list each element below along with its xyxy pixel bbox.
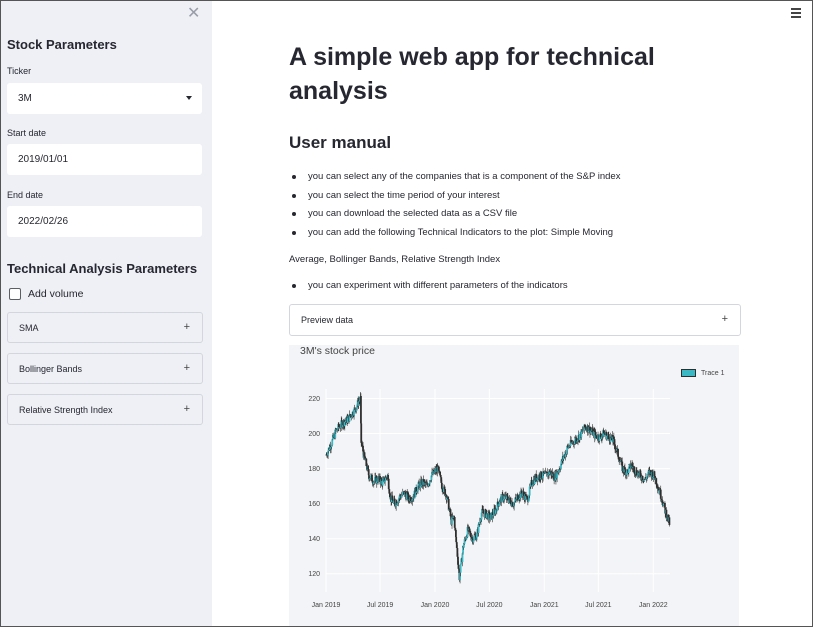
x-tick-label: Jul 2020 xyxy=(476,602,503,609)
start-date-value: 2019/01/01 xyxy=(18,154,69,165)
page-title: A simple web app for technical analysis xyxy=(289,43,655,105)
candle-body xyxy=(384,480,387,483)
technical-analysis-heading: Technical Analysis Parameters xyxy=(7,261,198,276)
candle-body xyxy=(468,526,470,529)
candle-body xyxy=(614,444,616,450)
ticker-select[interactable]: 3M xyxy=(7,83,202,114)
stock-parameters-heading: Stock Parameters xyxy=(7,37,117,52)
y-tick-label: 200 xyxy=(308,431,320,438)
preview-data-expander[interactable]: Preview data + xyxy=(289,304,741,336)
start-date-label: Start date xyxy=(7,128,47,138)
manual-list: you can select any of the companies that… xyxy=(289,171,620,245)
ticker-label: Ticker xyxy=(7,66,32,76)
expand-plus-icon[interactable]: + xyxy=(184,403,190,415)
sma-expander-label: SMA xyxy=(19,322,39,333)
candle-body xyxy=(540,471,543,479)
add-volume-label: Add volume xyxy=(28,288,84,300)
close-sidebar-icon[interactable]: ✕ xyxy=(187,6,200,22)
expand-plus-icon[interactable]: + xyxy=(722,313,728,325)
y-tick-label: 220 xyxy=(308,396,320,403)
y-tick-label: 140 xyxy=(308,536,320,543)
x-tick-label: Jul 2019 xyxy=(367,602,394,609)
checkbox-icon[interactable] xyxy=(9,288,21,300)
start-date-input[interactable]: 2019/01/01 xyxy=(7,144,202,175)
preview-data-label: Preview data xyxy=(301,315,354,325)
list-item: you can add the following Technical Indi… xyxy=(289,227,620,246)
candle-body xyxy=(367,469,370,476)
bollinger-bands-expander[interactable]: Bollinger Bands + xyxy=(7,353,203,384)
candle-body xyxy=(381,480,384,486)
x-tick-label: Jul 2021 xyxy=(585,602,612,609)
list-item: you can select the time period of your i… xyxy=(289,190,620,209)
manual-list-2: you can experiment with different parame… xyxy=(289,280,568,299)
x-tick-label: Jan 2020 xyxy=(421,602,450,609)
candle-body xyxy=(477,523,480,533)
candle-body xyxy=(360,423,363,443)
stock-price-chart[interactable]: 3M's stock price Trace 1 120 140 160 180 200… xyxy=(289,345,739,627)
expand-plus-icon[interactable]: + xyxy=(184,362,190,374)
list-item: you can select any of the companies that… xyxy=(289,171,620,190)
bollinger-expander-label: Bollinger Bands xyxy=(19,363,83,374)
ticker-value: 3M xyxy=(18,93,32,104)
expand-plus-icon[interactable]: + xyxy=(184,321,190,333)
candle-body xyxy=(360,395,362,424)
hamburger-menu-icon[interactable] xyxy=(791,8,801,20)
sma-expander[interactable]: SMA + xyxy=(7,312,203,343)
list-item: you can download the selected data as a … xyxy=(289,208,620,227)
y-tick-label: 160 xyxy=(308,501,320,508)
y-tick-label: 120 xyxy=(308,571,320,578)
x-tick-label: Jan 2022 xyxy=(639,602,668,609)
candle-body xyxy=(668,517,671,525)
candle-body xyxy=(607,434,610,438)
chevron-down-icon xyxy=(186,96,192,100)
candle-body xyxy=(437,466,440,471)
x-tick-label: Jan 2021 xyxy=(530,602,559,609)
user-manual-heading: User manual xyxy=(289,133,392,152)
candle-body xyxy=(498,503,501,507)
candle-body xyxy=(475,533,478,538)
sidebar: ✕ Stock Parameters Ticker 3M Start date … xyxy=(1,1,212,626)
x-tick-label: Jan 2019 xyxy=(312,602,341,609)
candle-body xyxy=(473,535,476,540)
y-tick-label: 180 xyxy=(308,466,320,473)
candle-body xyxy=(664,502,666,508)
rsi-expander-label: Relative Strength Index xyxy=(19,404,113,415)
add-volume-checkbox[interactable]: Add volume xyxy=(9,288,83,300)
end-date-input[interactable]: 2022/02/26 xyxy=(7,206,202,237)
list-item: you can experiment with different parame… xyxy=(289,280,568,299)
manual-paragraph: Average, Bollinger Bands, Relative Stren… xyxy=(289,254,501,265)
end-date-label: End date xyxy=(7,190,44,200)
rsi-expander[interactable]: Relative Strength Index + xyxy=(7,394,203,425)
end-date-value: 2022/02/26 xyxy=(18,216,69,227)
candle-body xyxy=(459,563,462,573)
plot-area[interactable]: 120 140 160 180 200 220 Jan 2019 Jul 2019 Jan 20… xyxy=(289,345,739,627)
